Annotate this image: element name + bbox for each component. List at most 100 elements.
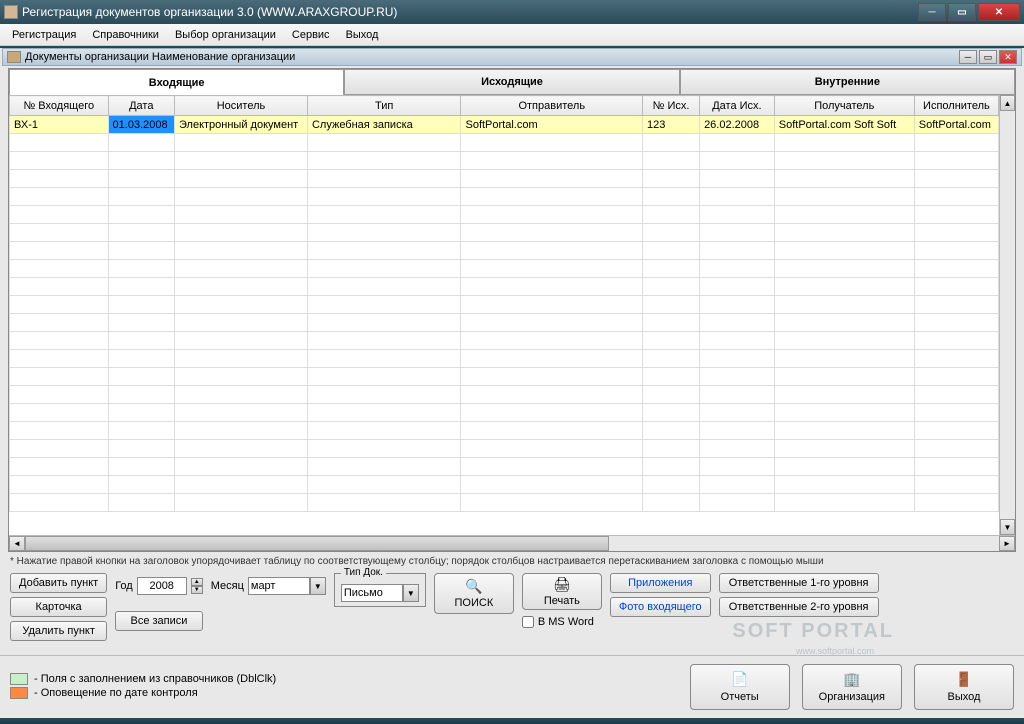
- menu-exit[interactable]: Выход: [338, 26, 387, 44]
- table-cell[interactable]: SoftPortal.com Soft Soft: [774, 116, 914, 134]
- scroll-up-icon[interactable]: ▲: [1000, 95, 1015, 111]
- scroll-right-icon[interactable]: ►: [999, 536, 1015, 551]
- mdi-minimize-button[interactable]: ─: [959, 50, 977, 64]
- table-cell: [643, 260, 700, 278]
- delete-item-button[interactable]: Удалить пункт: [10, 621, 107, 641]
- table-cell: [10, 458, 109, 476]
- table-cell: [461, 350, 643, 368]
- table-cell: [10, 134, 109, 152]
- menu-service[interactable]: Сервис: [284, 26, 338, 44]
- table-row: [10, 368, 999, 386]
- table-row: [10, 440, 999, 458]
- table-cell[interactable]: 26.02.2008: [700, 116, 775, 134]
- table-cell: [461, 440, 643, 458]
- mdi-close-button[interactable]: ✕: [999, 50, 1017, 64]
- col-out-date[interactable]: Дата Исх.: [700, 96, 775, 116]
- exit-button[interactable]: 🚪 Выход: [914, 664, 1014, 710]
- table-cell[interactable]: 123: [643, 116, 700, 134]
- table-cell: [914, 170, 998, 188]
- responsible-1-button[interactable]: Ответственные 1-го уровня: [719, 573, 879, 593]
- hscroll-track[interactable]: [25, 536, 999, 551]
- table-cell: [643, 242, 700, 260]
- maximize-button[interactable]: ▭: [948, 3, 976, 21]
- mdi-maximize-button[interactable]: ▭: [979, 50, 997, 64]
- tab-incoming[interactable]: Входящие: [9, 69, 344, 95]
- scroll-down-icon[interactable]: ▼: [1000, 519, 1015, 535]
- tab-internal[interactable]: Внутренние: [680, 69, 1015, 95]
- col-out-num[interactable]: № Исх.: [643, 96, 700, 116]
- table-cell[interactable]: SoftPortal.com: [914, 116, 998, 134]
- month-label: Месяц: [211, 580, 244, 592]
- minimize-button[interactable]: ─: [918, 3, 946, 21]
- table-cell: [914, 422, 998, 440]
- photo-button[interactable]: Фото входящего: [610, 597, 711, 617]
- year-down-icon[interactable]: ▼: [191, 586, 203, 594]
- year-up-icon[interactable]: ▲: [191, 578, 203, 586]
- legend-orange-text: - Оповещение по дате контроля: [34, 687, 198, 699]
- chevron-down-icon[interactable]: ▼: [310, 577, 326, 595]
- year-input[interactable]: [137, 577, 187, 595]
- scroll-track[interactable]: [1000, 111, 1015, 519]
- documents-grid[interactable]: № Входящего Дата Носитель Тип Отправител…: [9, 95, 999, 535]
- table-cell[interactable]: Служебная записка: [307, 116, 461, 134]
- menu-registration[interactable]: Регистрация: [4, 26, 84, 44]
- month-combo[interactable]: [248, 577, 310, 595]
- table-cell: [307, 170, 461, 188]
- doc-type-combo[interactable]: [341, 584, 403, 602]
- scroll-left-icon[interactable]: ◄: [9, 536, 25, 551]
- table-cell: [175, 458, 308, 476]
- col-type[interactable]: Тип: [307, 96, 461, 116]
- legend-orange-swatch: [10, 687, 28, 699]
- table-cell: [700, 296, 775, 314]
- col-sender[interactable]: Отправитель: [461, 96, 643, 116]
- menu-org-select[interactable]: Выбор организации: [167, 26, 284, 44]
- table-cell: [461, 134, 643, 152]
- col-recipient[interactable]: Получатель: [774, 96, 914, 116]
- table-cell: [643, 494, 700, 512]
- msword-checkbox[interactable]: [522, 616, 534, 628]
- table-cell: [700, 224, 775, 242]
- hscroll-thumb[interactable]: [25, 536, 609, 551]
- table-cell: [175, 170, 308, 188]
- table-cell: [700, 170, 775, 188]
- vertical-scrollbar[interactable]: ▲ ▼: [999, 95, 1015, 535]
- table-cell: [643, 422, 700, 440]
- print-button[interactable]: 🖨 Печать: [522, 573, 602, 610]
- search-button[interactable]: 🔍 ПОИСК: [434, 573, 514, 614]
- table-cell: [914, 386, 998, 404]
- table-cell: [461, 386, 643, 404]
- col-date[interactable]: Дата: [108, 96, 174, 116]
- table-cell[interactable]: 01.03.2008: [108, 116, 174, 134]
- col-carrier[interactable]: Носитель: [175, 96, 308, 116]
- table-cell: [643, 152, 700, 170]
- table-cell: [175, 350, 308, 368]
- menu-references[interactable]: Справочники: [84, 26, 167, 44]
- table-cell: [914, 314, 998, 332]
- reports-button[interactable]: 📄 Отчеты: [690, 664, 790, 710]
- table-cell: [914, 296, 998, 314]
- table-cell: [643, 206, 700, 224]
- msword-label: В MS Word: [538, 616, 594, 628]
- responsible-2-button[interactable]: Ответственные 2-го уровня: [719, 597, 879, 617]
- table-cell: [700, 440, 775, 458]
- table-cell[interactable]: SoftPortal.com: [461, 116, 643, 134]
- table-cell: [175, 260, 308, 278]
- close-button[interactable]: ✕: [978, 3, 1020, 21]
- col-executor[interactable]: Исполнитель: [914, 96, 998, 116]
- all-records-button[interactable]: Все записи: [115, 611, 203, 631]
- table-cell: [461, 314, 643, 332]
- horizontal-scrollbar[interactable]: ◄ ►: [9, 535, 1015, 551]
- chevron-down-icon[interactable]: ▼: [403, 584, 419, 602]
- table-cell[interactable]: ВХ-1: [10, 116, 109, 134]
- table-row[interactable]: ВХ-101.03.2008Электронный документСлужеб…: [10, 116, 999, 134]
- organization-button[interactable]: 🏢 Организация: [802, 664, 902, 710]
- table-row: [10, 458, 999, 476]
- table-cell: [700, 476, 775, 494]
- tab-outgoing[interactable]: Исходящие: [344, 69, 679, 95]
- table-cell[interactable]: Электронный документ: [175, 116, 308, 134]
- attachments-button[interactable]: Приложения: [610, 573, 711, 593]
- table-cell: [914, 350, 998, 368]
- add-item-button[interactable]: Добавить пункт: [10, 573, 107, 593]
- card-button[interactable]: Карточка: [10, 597, 107, 617]
- col-incoming-num[interactable]: № Входящего: [10, 96, 109, 116]
